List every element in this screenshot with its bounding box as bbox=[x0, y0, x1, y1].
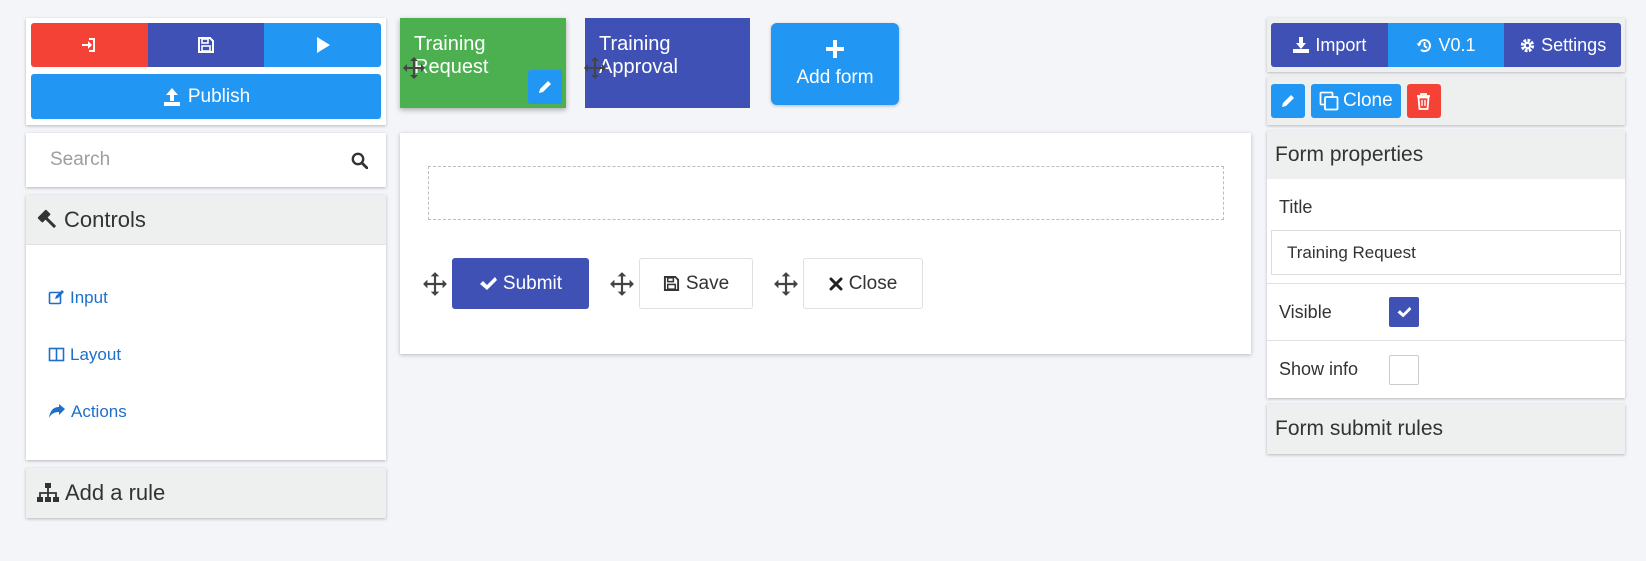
move-icon[interactable] bbox=[422, 271, 448, 297]
form-canvas: Submit Save Close bbox=[400, 133, 1251, 354]
left-panel: Publish Controls Input Layout Actions bbox=[26, 18, 386, 518]
search-box bbox=[26, 133, 386, 187]
import-label: Import bbox=[1315, 34, 1367, 55]
play-icon bbox=[316, 37, 330, 53]
search-input[interactable] bbox=[50, 149, 351, 171]
title-property: Title bbox=[1267, 181, 1625, 284]
delete-button[interactable] bbox=[1406, 84, 1441, 118]
controls-panel: Controls Input Layout Actions bbox=[26, 195, 386, 460]
version-label: V0.1 bbox=[1438, 34, 1476, 55]
close-form-button[interactable]: Close bbox=[803, 258, 923, 309]
edit-button[interactable] bbox=[1271, 84, 1305, 118]
control-actions-label: Actions bbox=[71, 401, 127, 421]
history-icon bbox=[1416, 38, 1432, 52]
control-input-label: Input bbox=[70, 287, 108, 307]
add-form-label: Add form bbox=[796, 67, 874, 88]
clone-button[interactable]: Clone bbox=[1311, 84, 1401, 118]
show-info-checkbox[interactable] bbox=[1389, 354, 1419, 385]
import-button[interactable]: Import bbox=[1271, 23, 1388, 67]
edit-icon bbox=[48, 290, 64, 305]
gear-icon bbox=[1520, 38, 1535, 52]
times-icon bbox=[829, 277, 843, 290]
form-tab-training-request[interactable]: Training Request bbox=[400, 18, 566, 108]
pencil-icon bbox=[1282, 95, 1294, 107]
control-input[interactable]: Input bbox=[26, 269, 386, 326]
drop-zone[interactable] bbox=[428, 166, 1224, 220]
plus-icon bbox=[826, 40, 844, 58]
add-rule-label: Add a rule bbox=[65, 480, 166, 505]
right-toolbar: Import V0.1 Settings bbox=[1267, 18, 1625, 72]
settings-label: Settings bbox=[1541, 34, 1607, 55]
version-button[interactable]: V0.1 bbox=[1387, 23, 1505, 67]
toolbar-button-group bbox=[31, 23, 382, 67]
right-button-group: Import V0.1 Settings bbox=[1271, 23, 1622, 67]
close-label: Close bbox=[848, 272, 898, 294]
upload-icon bbox=[163, 87, 180, 106]
columns-icon bbox=[48, 347, 65, 362]
gavel-icon bbox=[37, 209, 57, 228]
run-button[interactable] bbox=[264, 23, 382, 67]
control-layout-label: Layout bbox=[70, 344, 122, 364]
show-info-label: Show info bbox=[1279, 359, 1359, 379]
check-icon bbox=[479, 276, 497, 290]
share-icon bbox=[49, 404, 65, 418]
publish-label: Publish bbox=[187, 85, 251, 107]
copy-icon bbox=[1319, 91, 1339, 111]
form-submit-rules-header[interactable]: Form submit rules bbox=[1267, 404, 1625, 454]
form-actions-row: Submit Save Close bbox=[422, 258, 923, 309]
element-tools-bar: Clone bbox=[1267, 77, 1625, 125]
move-icon[interactable] bbox=[609, 271, 635, 297]
edit-form-button[interactable] bbox=[528, 70, 562, 104]
controls-list: Input Layout Actions bbox=[26, 245, 386, 460]
main-toolbar: Publish bbox=[26, 18, 386, 125]
floppy-disk-icon bbox=[198, 37, 214, 53]
submit-button[interactable]: Submit bbox=[452, 258, 589, 309]
form-properties-header[interactable]: Form properties bbox=[1267, 131, 1625, 181]
check-icon bbox=[1397, 306, 1412, 317]
save-form-button[interactable]: Save bbox=[639, 258, 753, 309]
save-label: Save bbox=[685, 272, 730, 294]
download-icon bbox=[1293, 37, 1310, 53]
settings-button[interactable]: Settings bbox=[1504, 23, 1622, 67]
move-icon[interactable] bbox=[583, 56, 607, 80]
title-label: Title bbox=[1279, 197, 1313, 217]
form-tab-training-approval[interactable]: Training Approval bbox=[583, 18, 750, 108]
search-icon[interactable] bbox=[351, 152, 368, 169]
visible-label: Visible bbox=[1279, 301, 1332, 322]
add-rule-button[interactable]: Add a rule bbox=[26, 468, 386, 518]
visible-checkbox[interactable] bbox=[1389, 297, 1419, 327]
move-icon[interactable] bbox=[402, 56, 426, 80]
form-properties-panel: Form properties Title Visible Show info bbox=[1267, 131, 1625, 398]
visible-property: Visible bbox=[1267, 284, 1625, 341]
move-icon[interactable] bbox=[773, 271, 799, 297]
right-panel: Import V0.1 Settings Clone Form properti… bbox=[1267, 18, 1625, 454]
publish-button[interactable]: Publish bbox=[31, 74, 381, 119]
add-form-button[interactable]: Add form bbox=[771, 23, 899, 105]
show-info-property: Show info bbox=[1267, 341, 1625, 398]
sitemap-icon bbox=[37, 483, 59, 502]
submit-label: Submit bbox=[502, 272, 563, 294]
control-layout[interactable]: Layout bbox=[26, 326, 386, 383]
pencil-icon bbox=[539, 81, 551, 93]
clone-label: Clone bbox=[1343, 90, 1393, 111]
trash-icon bbox=[1417, 92, 1431, 110]
control-actions[interactable]: Actions bbox=[26, 383, 386, 440]
form-tab-label: Training Approval bbox=[599, 33, 678, 78]
controls-title: Controls bbox=[64, 206, 146, 232]
sign-in-icon bbox=[82, 38, 96, 52]
exit-button[interactable] bbox=[31, 23, 148, 67]
title-input[interactable] bbox=[1271, 230, 1621, 275]
controls-header[interactable]: Controls bbox=[26, 195, 386, 245]
save-button[interactable] bbox=[147, 23, 265, 67]
floppy-disk-icon bbox=[663, 275, 679, 292]
